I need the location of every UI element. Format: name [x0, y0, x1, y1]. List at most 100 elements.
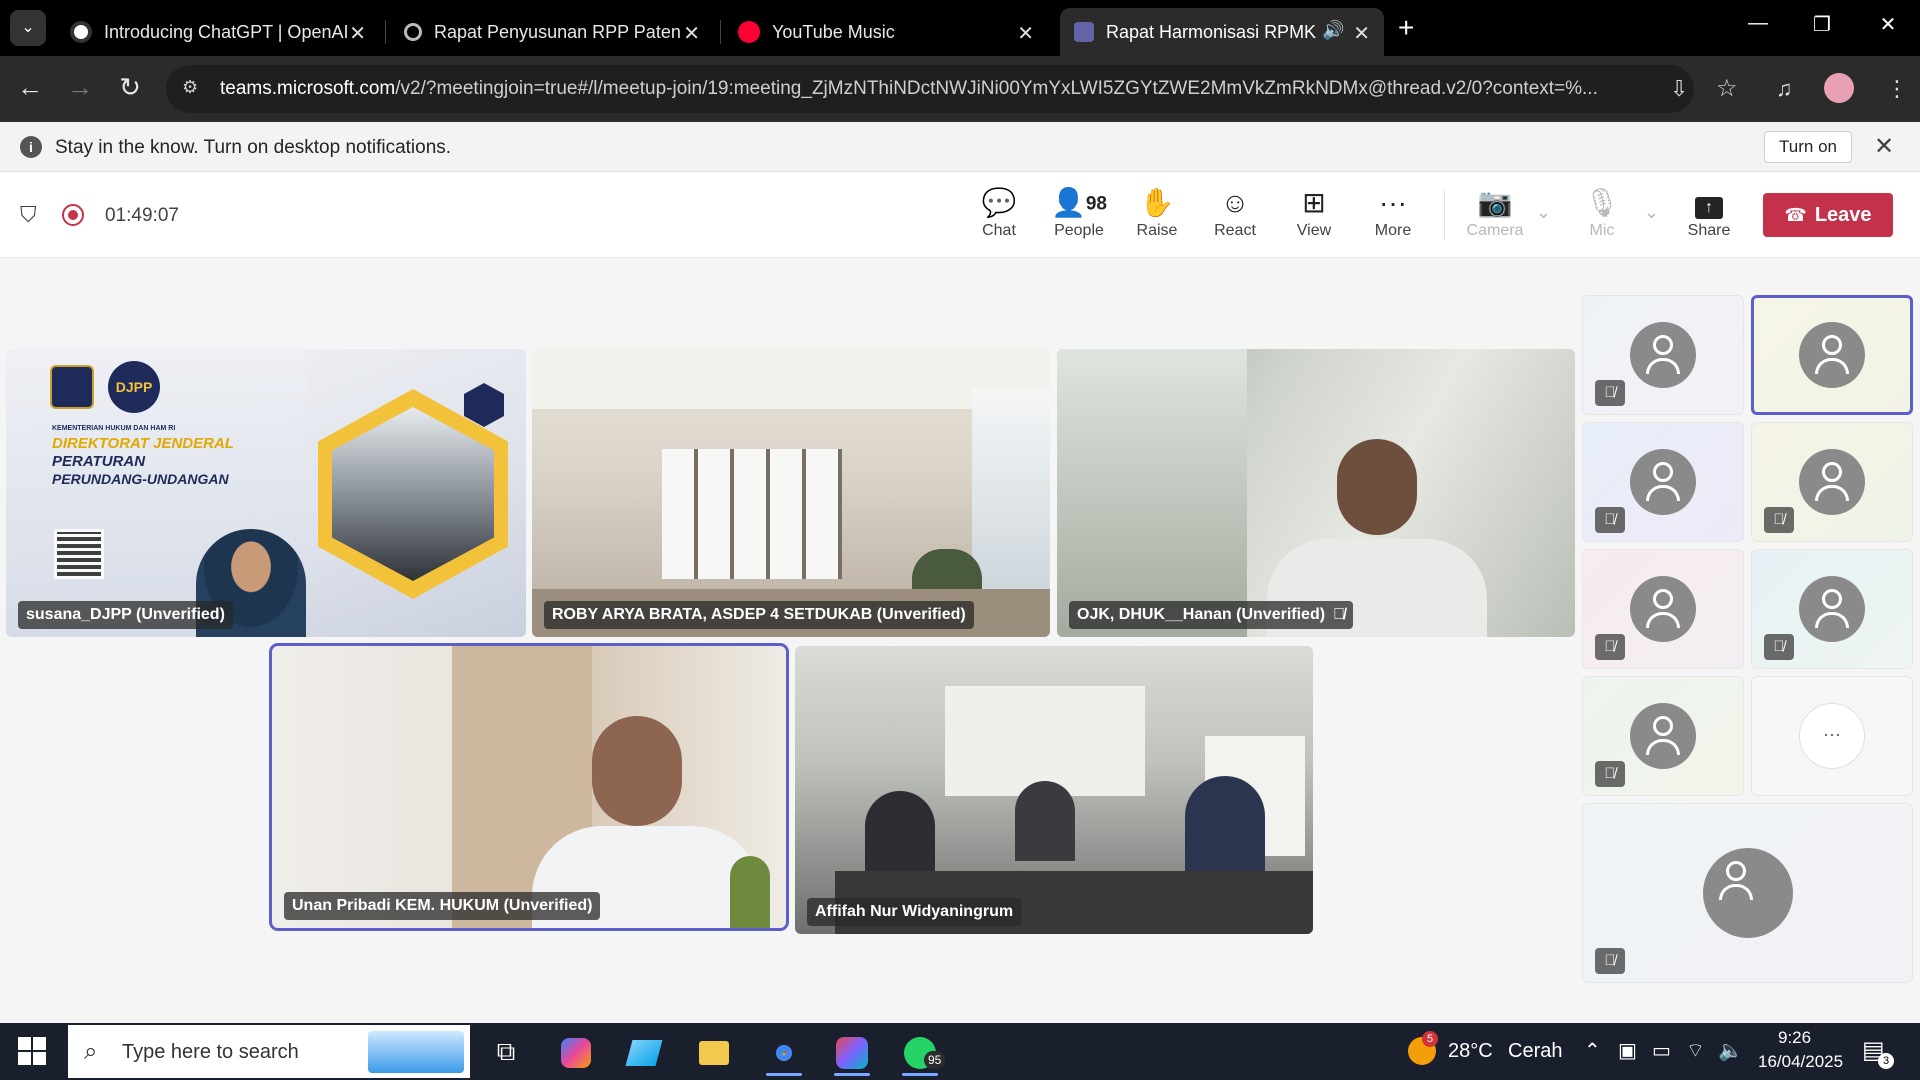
view-button[interactable]: ⊞ View: [1279, 186, 1349, 240]
camera-off-icon: 📷: [1477, 187, 1513, 218]
slide-org-line: KEMENTERIAN HUKUM DAN HAM RI: [52, 425, 176, 432]
tab-youtube-music[interactable]: YouTube Music ✕: [724, 8, 1048, 56]
mic-off-icon: 🎙̸: [1764, 634, 1794, 660]
tab-chatgpt[interactable]: Introducing ChatGPT | OpenAI ✕: [56, 8, 380, 56]
camera-button[interactable]: 📷 Camera: [1460, 186, 1530, 240]
camera-label: Camera: [1466, 222, 1524, 239]
participant-name: Affifah Nur Widyaningrum: [807, 898, 1022, 926]
participant-name-text: OJK, DHUK__Hanan (Unverified): [1077, 606, 1326, 623]
qr-code: [54, 529, 104, 579]
tab-rapat-harmonisasi[interactable]: Rapat Harmonisasi RPMK Ke 🔊 ✕: [1060, 8, 1384, 56]
tab-search-button[interactable]: ⌄: [10, 10, 46, 46]
more-participants-button[interactable]: ···: [1799, 703, 1865, 769]
avatar: [1630, 703, 1696, 769]
close-icon[interactable]: ✕: [1874, 132, 1894, 161]
new-tab-button[interactable]: +: [1398, 12, 1414, 44]
participant-tile[interactable]: 🎙̸: [1751, 549, 1913, 669]
profile-avatar[interactable]: [1824, 73, 1854, 103]
bookmark-star-icon[interactable]: ☆: [1716, 74, 1738, 103]
leave-button[interactable]: ☎ Leave: [1763, 193, 1893, 237]
chrome-icon[interactable]: [762, 1031, 806, 1076]
tab-divider: [385, 20, 386, 44]
clock-time[interactable]: 9:26: [1778, 1028, 1811, 1048]
media-controls-icon[interactable]: ♫: [1776, 76, 1793, 102]
close-icon[interactable]: ✕: [683, 21, 700, 46]
file-explorer-icon[interactable]: [692, 1031, 736, 1071]
minimize-button[interactable]: —: [1738, 12, 1778, 35]
participant-tile[interactable]: 🎙̸: [1582, 676, 1744, 796]
self-preview-tile[interactable]: 🎙̸: [1582, 803, 1913, 983]
video-tile-unan[interactable]: Unan Pribadi KEM. HUKUM (Unverified): [269, 643, 789, 931]
participant-tile-active[interactable]: [1751, 295, 1913, 415]
meet-now-icon[interactable]: ▣: [1618, 1038, 1637, 1063]
whatsapp-icon[interactable]: 95: [898, 1031, 946, 1076]
install-app-icon[interactable]: ⇩: [1670, 76, 1688, 102]
mic-button[interactable]: 🎙 Mic: [1567, 186, 1637, 240]
avatar: [1799, 449, 1865, 515]
video-tile-ojk[interactable]: OJK, DHUK__Hanan (Unverified) 🎙̸: [1057, 349, 1575, 637]
weather-temp[interactable]: 28°C: [1448, 1040, 1493, 1063]
window-close-button[interactable]: ✕: [1868, 12, 1908, 37]
restore-button[interactable]: ❐: [1802, 12, 1842, 37]
reload-button[interactable]: ↻: [112, 72, 148, 103]
wifi-icon[interactable]: ⌔: [1686, 1038, 1705, 1063]
speaker-icon[interactable]: 🔊: [1322, 20, 1344, 41]
url-domain: teams.microsoft.com: [220, 78, 396, 99]
more-button[interactable]: ··· More: [1358, 186, 1428, 240]
copilot-icon[interactable]: [554, 1031, 598, 1071]
video-tile-roby[interactable]: ROBY ARYA BRATA, ASDEP 4 SETDUKAB (Unver…: [532, 349, 1050, 637]
window-panels: [662, 449, 842, 579]
participant-tile[interactable]: 🎙̸: [1582, 422, 1744, 542]
avatar: [1630, 576, 1696, 642]
avatar: [1702, 848, 1793, 938]
openai-icon: [70, 21, 92, 43]
site-info-icon[interactable]: ⚙: [182, 77, 206, 101]
video-tile-affifah[interactable]: Affifah Nur Widyaningrum: [795, 646, 1313, 934]
people-icon-row: 👤98: [1044, 186, 1114, 220]
back-button[interactable]: ←: [12, 72, 48, 103]
people-count: 98: [1085, 193, 1107, 215]
browser-tab-strip: ⌄ Introducing ChatGPT | OpenAI ✕ Rapat P…: [0, 0, 1920, 56]
clock-date[interactable]: 16/04/2025: [1758, 1052, 1843, 1072]
view-icon: ⊞: [1302, 187, 1326, 218]
search-icon: ⌕: [84, 1038, 98, 1065]
chevron-down-icon[interactable]: ⌄: [1644, 202, 1659, 223]
people-button[interactable]: 👤98 People: [1044, 186, 1114, 240]
share-button[interactable]: ↑ Share: [1674, 186, 1744, 240]
raise-hand-button[interactable]: ✋ Raise: [1122, 186, 1192, 240]
chevron-up-icon[interactable]: ⌃: [1584, 1038, 1601, 1063]
tab-label: Rapat Harmonisasi RPMK Ke: [1106, 21, 1316, 42]
forward-button[interactable]: →: [62, 72, 98, 103]
microsoft-365-icon[interactable]: [830, 1031, 874, 1076]
close-icon[interactable]: ✕: [1017, 21, 1034, 46]
weather-desc[interactable]: Cerah: [1508, 1040, 1562, 1063]
participant-name: OJK, DHUK__Hanan (Unverified) 🎙̸: [1069, 601, 1354, 629]
chat-button[interactable]: 💬 Chat: [964, 186, 1034, 240]
more-participants-tile[interactable]: ···: [1751, 676, 1913, 796]
task-view-icon[interactable]: ⧉: [484, 1031, 528, 1071]
react-button[interactable]: ☺ React: [1200, 186, 1270, 240]
people-label: People: [1054, 222, 1104, 239]
taskbar-search[interactable]: ⌕ Type here to search: [68, 1025, 470, 1078]
browser-menu-icon[interactable]: ⋮: [1886, 76, 1908, 102]
participant-tile[interactable]: 🎙̸: [1582, 549, 1744, 669]
mic-off-icon: 🎙: [1584, 187, 1620, 218]
slide-title-line: PERATURAN: [52, 453, 146, 470]
address-bar[interactable]: ⚙ teams.microsoft.com/v2/?meetingjoin=tr…: [166, 65, 1738, 113]
participant-tile[interactable]: 🎙̸: [1751, 422, 1913, 542]
close-icon[interactable]: ✕: [349, 21, 366, 46]
turn-on-button[interactable]: Turn on: [1764, 131, 1852, 163]
right-window: [972, 389, 1050, 619]
battery-icon[interactable]: ▭: [1652, 1038, 1671, 1063]
volume-icon[interactable]: 🔈: [1718, 1038, 1743, 1063]
tab-rapat-penyusunan[interactable]: Rapat Penyusunan RPP Paten ✕: [390, 8, 714, 56]
windows-start-button[interactable]: [18, 1037, 46, 1065]
tab-label: YouTube Music: [772, 21, 895, 42]
close-icon[interactable]: ✕: [1353, 21, 1370, 46]
person-left: [865, 791, 935, 881]
chevron-down-icon[interactable]: ⌄: [1536, 202, 1551, 223]
video-tile-susana[interactable]: DJPP KEMENTERIAN HUKUM DAN HAM RI DIREKT…: [6, 349, 526, 637]
app-icon[interactable]: [622, 1031, 666, 1071]
slide-title-line: DIREKTORAT JENDERAL: [52, 435, 234, 452]
participant-tile[interactable]: 🎙̸: [1582, 295, 1744, 415]
